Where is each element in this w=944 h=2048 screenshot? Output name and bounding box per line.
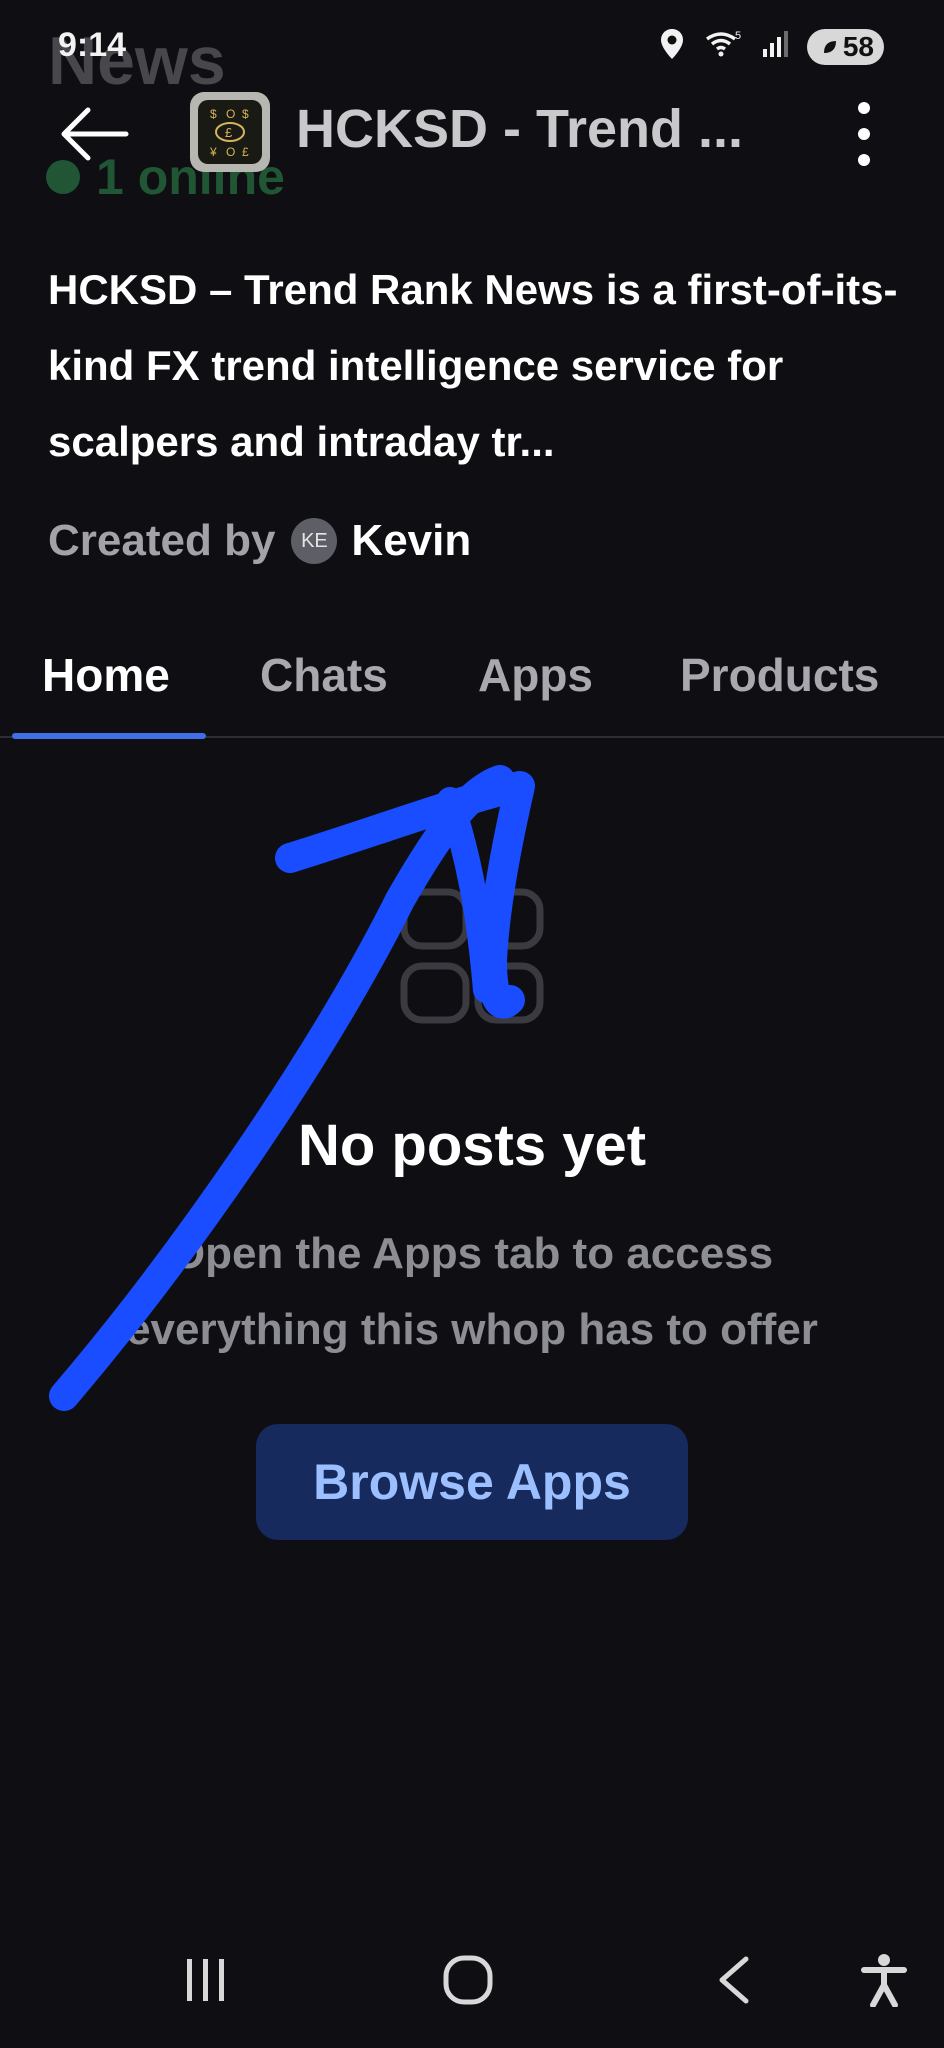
svg-text:$: $ (242, 107, 249, 121)
tab-products[interactable]: Products (680, 648, 879, 702)
svg-text:¥: ¥ (209, 145, 217, 159)
home-circle-icon (443, 1955, 493, 2005)
more-dot-icon (858, 128, 870, 140)
wifi-generation-label: 5 (735, 30, 741, 42)
status-icons: 5 58 (659, 28, 884, 66)
header-title[interactable]: HCKSD - Trend ... (296, 98, 743, 160)
created-by-label: Created by (48, 516, 276, 565)
creator-name[interactable]: Kevin (351, 516, 471, 566)
more-dot-icon (858, 154, 870, 166)
active-tab-indicator (12, 733, 206, 739)
wifi-icon: 5 (703, 29, 743, 65)
svg-text:O: O (226, 107, 235, 121)
tab-home[interactable]: Home (42, 648, 170, 702)
creator-row: Created by KE Kevin (48, 516, 471, 566)
empty-state-title: No posts yet (297, 1113, 647, 1178)
svg-text:£: £ (242, 145, 249, 159)
creator-avatar: KE (291, 518, 338, 564)
tab-apps[interactable]: Apps (478, 648, 593, 702)
community-avatar[interactable]: $ O $ £ ¥ O £ (190, 92, 270, 172)
tab-chats[interactable]: Chats (260, 648, 388, 702)
battery-indicator: 58 (806, 29, 884, 65)
recent-apps-icon (187, 1959, 224, 2001)
apps-grid-icon (396, 884, 548, 1036)
accessibility-button[interactable] (844, 1940, 924, 2020)
more-options-button[interactable] (832, 102, 896, 166)
svg-text:$: $ (210, 107, 217, 121)
eye-currency-logo-icon: $ O $ £ ¥ O £ (198, 100, 262, 164)
battery-saver-icon (823, 41, 836, 53)
battery-level: 58 (842, 31, 874, 62)
community-description: HCKSD – Trend Rank News is a first-of-it… (48, 266, 898, 465)
cell-signal-icon (761, 29, 789, 65)
tab-bar: Home Chats Apps Products (0, 640, 944, 739)
svg-text:£: £ (225, 125, 233, 140)
back-arrow-icon (61, 107, 129, 161)
chevron-left-icon (719, 1956, 749, 2004)
system-back-button[interactable] (694, 1940, 774, 2020)
system-navigation-bar (0, 1920, 944, 2040)
app-screen: News 1 online 9:14 5 58 $ O $ £ ¥ O £ HC… (0, 0, 944, 2048)
home-button[interactable] (428, 1940, 508, 2020)
more-dot-icon (858, 102, 870, 114)
accessibility-icon (861, 1954, 907, 2007)
svg-text:O: O (226, 145, 235, 159)
recent-apps-button[interactable] (166, 1940, 246, 2020)
location-icon (659, 28, 685, 66)
back-arrow-button[interactable] (56, 102, 132, 166)
browse-apps-button[interactable]: Browse Apps (256, 1424, 688, 1540)
top-app-bar: $ O $ £ ¥ O £ HCKSD - Trend ... (0, 84, 944, 184)
empty-state-subtitle: Open the Apps tab to access everything t… (126, 1229, 818, 1354)
status-time: 9:14 (58, 26, 127, 64)
